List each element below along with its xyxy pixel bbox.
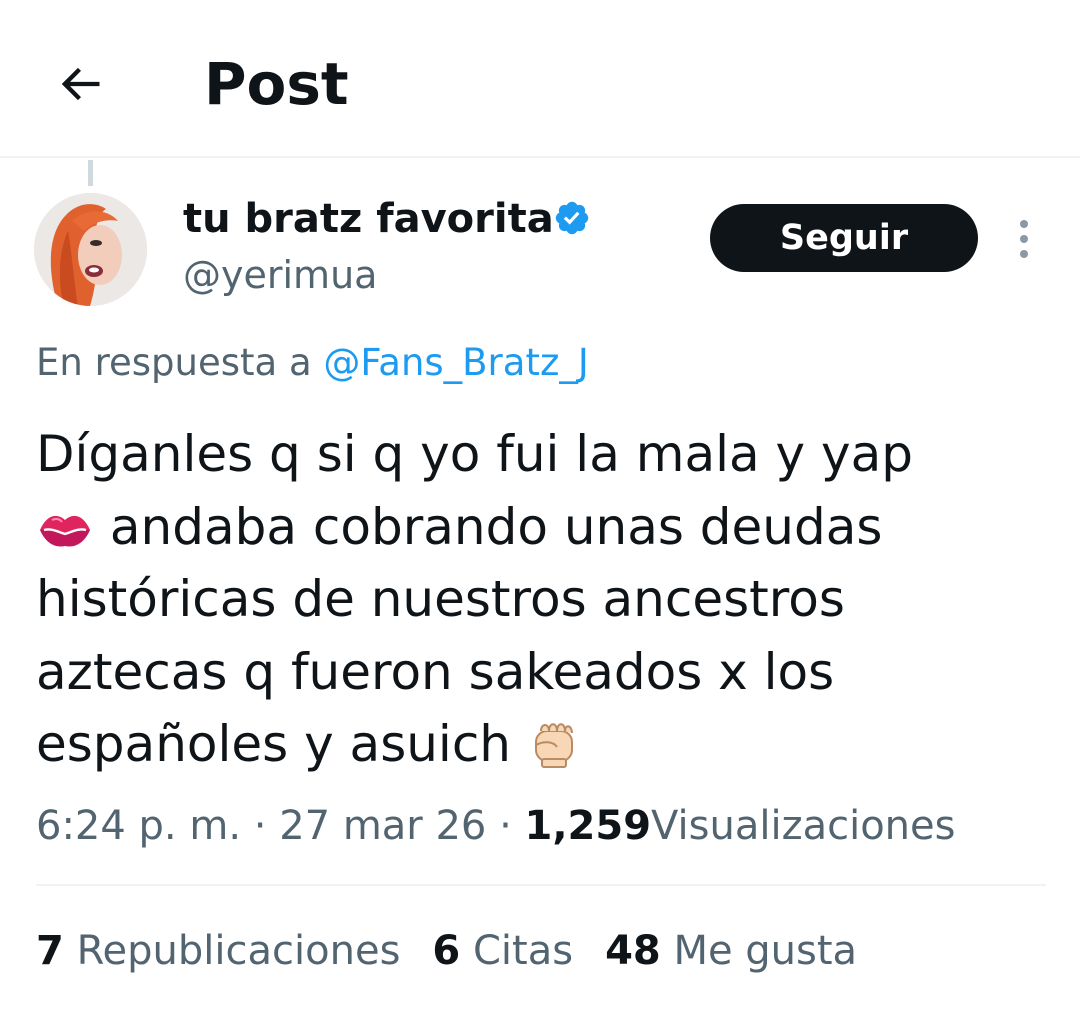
reposts-count: 7 bbox=[36, 928, 64, 974]
reposts-label: Republicaciones bbox=[76, 928, 401, 974]
back-button[interactable] bbox=[40, 44, 120, 124]
quotes-stat[interactable]: 6 Citas bbox=[432, 925, 573, 977]
verified-badge-icon bbox=[555, 201, 589, 235]
reposts-stat[interactable]: 7 Republicaciones bbox=[36, 925, 400, 977]
post-meta: 6:24 p. m. · 27 mar 26 · 1,259Visualizac… bbox=[36, 800, 955, 852]
views-label: Visualizaciones bbox=[651, 803, 956, 849]
page-title: Post bbox=[204, 50, 349, 118]
more-options-button[interactable] bbox=[1004, 212, 1044, 266]
post-text-segment: españoles y asuich bbox=[36, 715, 511, 773]
kiss-mark-emoji bbox=[40, 515, 90, 546]
post-text-segment: históricas de nuestros ancestros bbox=[36, 570, 845, 628]
raised-fist-emoji bbox=[534, 723, 573, 768]
author-handle[interactable]: @yerimua bbox=[183, 250, 377, 300]
avatar[interactable] bbox=[34, 193, 147, 306]
avatar-image bbox=[34, 193, 147, 306]
meta-separator: · bbox=[253, 803, 267, 849]
views-count: 1,259 bbox=[524, 803, 652, 849]
more-vertical-icon bbox=[1020, 220, 1028, 258]
top-bar: Post bbox=[0, 0, 1080, 158]
post-text-segment: Díganles q si q yo fui la mala y yap bbox=[36, 425, 913, 483]
post-text-line: andaba cobrando unas deudas bbox=[36, 491, 1046, 564]
post-text-line: históricas de nuestros ancestros bbox=[36, 563, 1046, 636]
engagement-stats: 7 Republicaciones 6 Citas 48 Me gusta bbox=[36, 925, 889, 977]
post-date[interactable]: 27 mar 26 bbox=[279, 803, 486, 849]
likes-label: Me gusta bbox=[673, 928, 858, 974]
arrow-left-icon bbox=[61, 67, 100, 101]
meta-separator: · bbox=[499, 803, 512, 849]
post-text-line: españoles y asuich bbox=[36, 708, 1046, 781]
post-text-line: Díganles q si q yo fui la mala y yap bbox=[36, 418, 1046, 491]
follow-button[interactable]: Seguir bbox=[710, 204, 978, 272]
quotes-count: 6 bbox=[432, 928, 461, 974]
divider bbox=[36, 884, 1046, 886]
likes-count: 48 bbox=[605, 928, 661, 974]
reply-context: En respuesta a @Fans_Bratz_J bbox=[36, 338, 589, 388]
author-display-name[interactable]: tu bratz favorita bbox=[183, 193, 554, 245]
likes-stat[interactable]: 48 Me gusta bbox=[605, 925, 857, 977]
post-text-segment: aztecas q fueron sakeados x los bbox=[36, 642, 835, 701]
post-text: Díganles q si q yo fui la mala y yap and… bbox=[36, 418, 1046, 781]
quotes-label: Citas bbox=[472, 928, 574, 974]
reply-mention-link[interactable]: @Fans_Bratz_J bbox=[323, 341, 588, 384]
post-text-line: aztecas q fueron sakeados x los bbox=[36, 636, 1046, 709]
post-time[interactable]: 6:24 p. m. bbox=[36, 803, 241, 849]
reply-prefix: En respuesta a bbox=[36, 341, 312, 384]
post-text-segment: andaba cobrando unas deudas bbox=[109, 497, 883, 556]
thread-connector bbox=[88, 160, 93, 186]
